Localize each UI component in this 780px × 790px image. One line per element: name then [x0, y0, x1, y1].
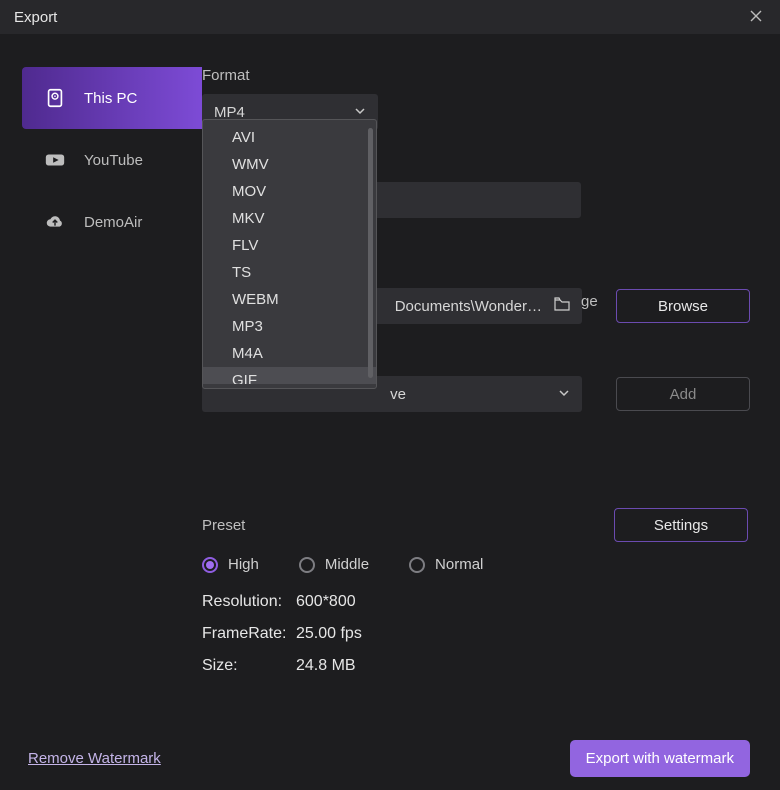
- sidebar-item-label: DemoAir: [84, 214, 142, 231]
- preset-radio-label: Middle: [325, 556, 369, 573]
- format-option-mp3[interactable]: MP3: [203, 313, 376, 340]
- remove-watermark-link[interactable]: Remove Watermark: [28, 750, 161, 767]
- preset-radio-high[interactable]: High: [202, 556, 259, 573]
- sidebar-item-youtube[interactable]: YouTube: [22, 129, 202, 191]
- format-option-m4a[interactable]: M4A: [203, 340, 376, 367]
- preset-label: Preset: [202, 517, 245, 534]
- preset-radio-middle[interactable]: Middle: [299, 556, 369, 573]
- size-label: Size:: [202, 657, 296, 675]
- preset-radio-label: High: [228, 556, 259, 573]
- chevron-down-icon: [354, 104, 366, 121]
- chevron-down-icon: [558, 386, 570, 403]
- pc-icon: [44, 87, 66, 109]
- window-title: Export: [14, 9, 57, 26]
- sidebar-item-this-pc[interactable]: This PC: [22, 67, 202, 129]
- browse-button[interactable]: Browse: [616, 289, 750, 323]
- cloud-upload-icon: [44, 211, 66, 233]
- dropdown-scrollbar[interactable]: [368, 128, 373, 378]
- resolution-label: Resolution:: [202, 593, 296, 611]
- close-icon[interactable]: [746, 5, 766, 30]
- radio-icon: [202, 557, 218, 573]
- language-value-partial: ve: [390, 386, 558, 403]
- radio-icon: [409, 557, 425, 573]
- size-value: 24.8 MB: [296, 657, 356, 675]
- language-label-partial: ge: [581, 293, 598, 310]
- preset-radio-label: Normal: [435, 556, 483, 573]
- add-button[interactable]: Add: [616, 377, 750, 411]
- sidebar-item-demoair[interactable]: DemoAir: [22, 191, 202, 253]
- youtube-icon: [44, 149, 66, 171]
- export-button[interactable]: Export with watermark: [570, 740, 750, 777]
- settings-button[interactable]: Settings: [614, 508, 748, 542]
- format-option-ts[interactable]: TS: [203, 259, 376, 286]
- framerate-value: 25.00 fps: [296, 625, 362, 643]
- folder-icon[interactable]: [554, 297, 570, 315]
- preset-radio-normal[interactable]: Normal: [409, 556, 483, 573]
- sidebar: This PC YouTube DemoAir: [0, 34, 202, 726]
- format-option-avi[interactable]: AVI: [203, 124, 376, 151]
- format-option-flv[interactable]: FLV: [203, 232, 376, 259]
- framerate-label: FrameRate:: [202, 625, 296, 643]
- save-path-value: Documents\Wonder…: [395, 298, 542, 315]
- format-option-mov[interactable]: MOV: [203, 178, 376, 205]
- sidebar-item-label: YouTube: [84, 152, 143, 169]
- format-option-webm[interactable]: WEBM: [203, 286, 376, 313]
- radio-icon: [299, 557, 315, 573]
- format-option-wmv[interactable]: WMV: [203, 151, 376, 178]
- format-selected-value: MP4: [214, 104, 245, 121]
- format-option-gif[interactable]: GIF: [203, 367, 376, 384]
- format-label: Format: [202, 67, 780, 84]
- format-dropdown: AVI WMV MOV MKV FLV TS WEBM MP3 M4A GIF: [202, 119, 377, 389]
- resolution-value: 600*800: [296, 593, 356, 611]
- format-option-mkv[interactable]: MKV: [203, 205, 376, 232]
- sidebar-item-label: This PC: [84, 90, 137, 107]
